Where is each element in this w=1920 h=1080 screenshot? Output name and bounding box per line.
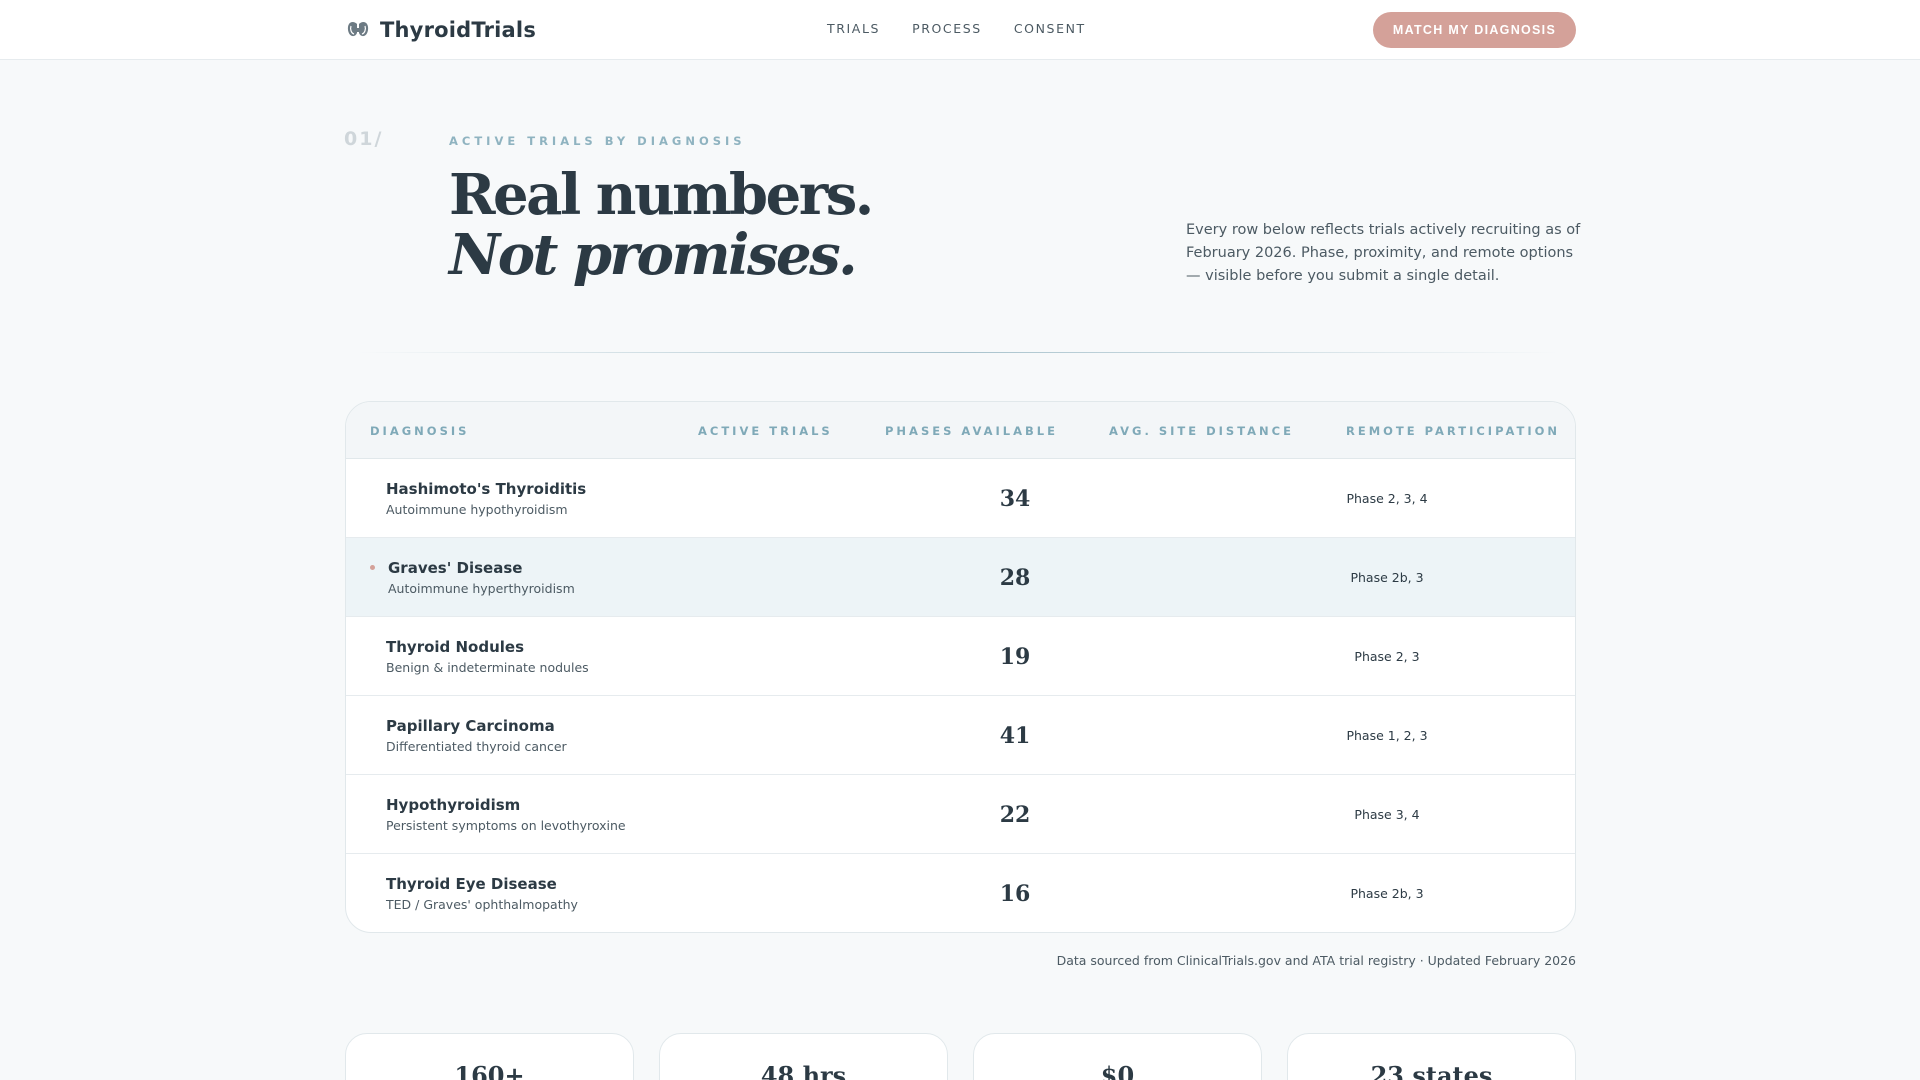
active-trials-count: 22 <box>999 802 1031 828</box>
active-trials-count: 19 <box>999 644 1031 670</box>
diagnosis-name: Thyroid Eye Disease <box>386 875 557 893</box>
diagnosis-name: Hypothyroidism <box>386 796 521 814</box>
stat-value: 48 hrs <box>760 1061 847 1080</box>
active-trials-count: 34 <box>999 486 1031 512</box>
selected-indicator-dot <box>370 565 375 570</box>
diagnosis-cell: Papillary Carcinoma Differentiated thyroi… <box>386 717 567 754</box>
nav-link-process[interactable]: PROCESS <box>912 21 982 36</box>
avg-site-distance: 55 miles <box>1524 648 1575 664</box>
stat-value: $0 <box>1100 1061 1135 1080</box>
column-header-phases: PHASES AVAILABLE <box>885 424 1058 438</box>
avg-site-distance: 42 miles <box>1524 490 1575 506</box>
diagnosis-name: Hashimoto's Thyroiditis <box>386 480 587 498</box>
diagnosis-cell: Thyroid Nodules Benign & indeterminate no… <box>386 638 589 675</box>
brand-logo-link[interactable]: ThyroidTrials <box>346 17 536 43</box>
column-header-remote: REMOTE PARTICIPATION <box>1346 424 1560 438</box>
data-source-note: Data sourced from ClinicalTrials.gov and… <box>1056 953 1576 968</box>
table-row[interactable]: Graves' Disease Autoimmune hyperthyroidis… <box>346 538 1575 617</box>
phases-available: Phase 2, 3, 4 <box>1346 491 1428 506</box>
diagnosis-description: Autoimmune hypothyroidism <box>386 502 568 517</box>
nav-link-consent[interactable]: CONSENT <box>1014 21 1086 36</box>
diagnosis-name: Thyroid Nodules <box>386 638 525 656</box>
table-row[interactable]: Hypothyroidism Persistent symptoms on lev… <box>346 775 1575 854</box>
thyroid-icon <box>347 22 369 37</box>
avg-site-distance: 31 miles <box>1524 806 1575 822</box>
table-row[interactable]: Thyroid Nodules Benign & indeterminate no… <box>346 617 1575 696</box>
match-diagnosis-button[interactable]: MATCH MY DIAGNOSIS <box>1373 12 1576 48</box>
diagnosis-name: Papillary Carcinoma <box>386 717 555 735</box>
stat-card: $0 <box>973 1033 1262 1080</box>
section-eyebrow: ACTIVE TRIALS BY DIAGNOSIS <box>449 134 746 148</box>
column-header-diagnosis: DIAGNOSIS <box>370 424 470 438</box>
column-header-distance: AVG. SITE DISTANCE <box>1109 424 1294 438</box>
stat-value: 23 states <box>1370 1061 1493 1080</box>
nav-link-trials[interactable]: TRIALS <box>827 21 880 36</box>
table-body: Hashimoto's Thyroiditis Autoimmune hypoth… <box>346 459 1575 932</box>
section-divider <box>358 352 1558 353</box>
diagnosis-cell: Thyroid Eye Disease TED / Graves' ophthal… <box>386 875 578 912</box>
trials-table: DIAGNOSIS ACTIVE TRIALS PHASES AVAILABLE… <box>345 401 1576 933</box>
column-header-active-trials: ACTIVE TRIALS <box>698 424 833 438</box>
stat-card: 23 states <box>1287 1033 1576 1080</box>
intro-description: Every row below reflects trials actively… <box>1186 222 1581 284</box>
brand-name: ThyroidTrials <box>380 18 537 42</box>
page-headline: Real numbers. Not promises. <box>449 162 874 288</box>
stat-card: 48 hrs <box>659 1033 948 1080</box>
phases-available: Phase 2b, 3 <box>1350 886 1424 901</box>
primary-links: TRIALS PROCESS CONSENT <box>827 21 1086 36</box>
section-number: 01/ <box>344 128 384 150</box>
stat-card: 160+ <box>345 1033 634 1080</box>
diagnosis-description: Differentiated thyroid cancer <box>386 739 567 754</box>
active-trials-count: 28 <box>999 565 1031 591</box>
diagnosis-description: Autoimmune hyperthyroidism <box>388 581 575 596</box>
headline-line-1: Real numbers. <box>449 162 874 228</box>
diagnosis-cell: Hypothyroidism Persistent symptoms on lev… <box>386 796 626 833</box>
diagnosis-description: Persistent symptoms on levothyroxine <box>386 818 626 833</box>
top-nav: ThyroidTrials TRIALS PROCESS CONSENT MAT… <box>0 0 1920 60</box>
phases-available: Phase 1, 2, 3 <box>1346 728 1428 743</box>
headline-line-2: Not promises. <box>449 222 858 288</box>
table-header: DIAGNOSIS ACTIVE TRIALS PHASES AVAILABLE… <box>346 402 1575 459</box>
diagnosis-cell: Hashimoto's Thyroiditis Autoimmune hypoth… <box>386 480 586 517</box>
table-row[interactable]: Hashimoto's Thyroiditis Autoimmune hypoth… <box>346 459 1575 538</box>
diagnosis-cell: Graves' Disease Autoimmune hyperthyroidis… <box>388 559 575 596</box>
diagnosis-description: TED / Graves' ophthalmopathy <box>386 897 578 912</box>
diagnosis-description: Benign & indeterminate nodules <box>386 660 589 675</box>
avg-site-distance: 74 miles <box>1524 885 1575 901</box>
active-trials-count: 41 <box>999 723 1031 749</box>
avg-site-distance: 38 miles <box>1524 569 1575 585</box>
table-row[interactable]: Papillary Carcinoma Differentiated thyroi… <box>346 696 1575 775</box>
avg-site-distance: 67 miles <box>1524 727 1575 743</box>
phases-available: Phase 2b, 3 <box>1350 570 1424 585</box>
table-row[interactable]: Thyroid Eye Disease TED / Graves' ophthal… <box>346 854 1575 932</box>
diagnosis-name: Graves' Disease <box>388 559 523 577</box>
phases-available: Phase 2, 3 <box>1354 649 1420 664</box>
phases-available: Phase 3, 4 <box>1354 807 1420 822</box>
active-trials-count: 16 <box>999 881 1031 907</box>
stat-value: 160+ <box>454 1061 525 1080</box>
